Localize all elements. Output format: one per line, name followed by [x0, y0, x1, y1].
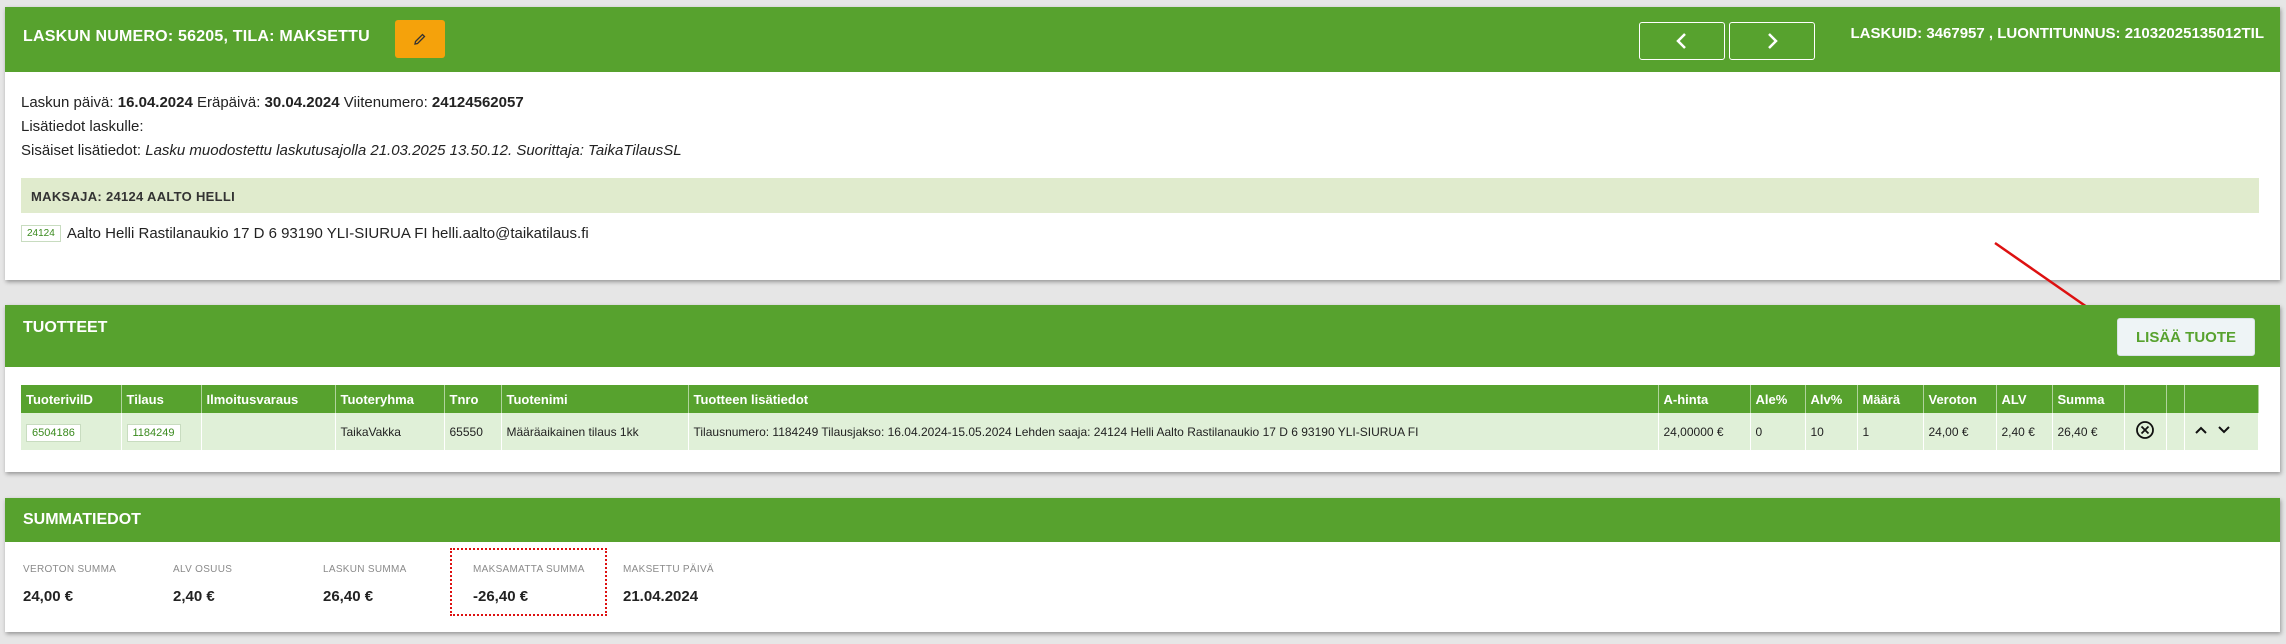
- cell-remove: [2124, 413, 2167, 450]
- cell-row-id: 6504186: [21, 413, 122, 450]
- payer-address: Aalto Helli Rastilanaukio 17 D 6 93190 Y…: [66, 225, 589, 242]
- invoice-dates-line: Laskun päivä: 16.04.2024 Eräpäivä: 30.04…: [21, 91, 682, 115]
- cell-qty: 1: [1857, 413, 1924, 450]
- cell-name: Määräaikainen tilaus 1kk: [501, 413, 689, 450]
- sum-label: MAKSETTU PÄIVÄ: [623, 564, 714, 575]
- cell-order: 1184249: [121, 413, 202, 450]
- previous-invoice-button[interactable]: [1639, 22, 1725, 60]
- payer-label: MAKSAJA:: [31, 189, 103, 204]
- next-invoice-button[interactable]: [1729, 22, 1815, 60]
- invoice-ids: LASKUID: 3467957 , LUONTITUNNUS: 2103202…: [1850, 25, 2265, 42]
- sum-value: 21.04.2024: [623, 588, 699, 605]
- table-row: 6504186 1184249 TaikaVakka 65550 Määräai…: [21, 413, 2259, 450]
- cell-vat: 2,40 €: [1996, 413, 2053, 450]
- add-product-button[interactable]: LISÄÄ TUOTE: [2117, 318, 2255, 356]
- column-header[interactable]: Tilaus: [121, 385, 202, 413]
- invoice-panel: LASKUN NUMERO: 56205, TILA: MAKSETTU LAS…: [5, 7, 2280, 280]
- products-title: TUOTTEET: [23, 319, 108, 336]
- chevron-down-icon[interactable]: [2217, 424, 2231, 436]
- invoice-date-label: Laskun päivä:: [21, 94, 114, 111]
- internal-info-line: Sisäiset lisätiedot: Lasku muodostettu l…: [21, 139, 682, 163]
- sum-value: -26,40 €: [473, 588, 529, 605]
- due-date: 30.04.2024: [264, 94, 340, 111]
- sum-net-total: VEROTON SUMMA 24,00 €: [23, 564, 116, 605]
- edit-icon: [414, 33, 426, 45]
- chevron-right-icon: [1768, 33, 1778, 49]
- sums-panel: SUMMATIEDOT VEROTON SUMMA 24,00 € ALV OS…: [5, 498, 2280, 632]
- cell-discount: 0: [1750, 413, 1806, 450]
- due-date-label: Eräpäivä:: [197, 94, 261, 111]
- sum-unpaid: MAKSAMATTA SUMMA -26,40 €: [473, 564, 585, 605]
- payer-customer-link[interactable]: 24124: [21, 225, 61, 242]
- cell-spacer: [2166, 413, 2185, 450]
- sums-title: SUMMATIEDOT: [23, 511, 141, 528]
- chevron-up-icon[interactable]: [2194, 424, 2208, 436]
- invoice-header-bar: LASKUN NUMERO: 56205, TILA: MAKSETTU LAS…: [5, 7, 2280, 72]
- column-header[interactable]: Tnro: [444, 385, 502, 413]
- cell-tnro: 65550: [444, 413, 502, 450]
- internal-info-label: Sisäiset lisätiedot:: [21, 142, 142, 159]
- sum-paid-date: MAKSETTU PÄIVÄ 21.04.2024: [623, 564, 714, 605]
- cell-vat-pct: 10: [1805, 413, 1858, 450]
- column-header: [2184, 385, 2259, 413]
- cell-unit-price: 24,00000 €: [1658, 413, 1751, 450]
- cell-net: 24,00 €: [1923, 413, 1997, 450]
- payer-name: 24124 AALTO HELLI: [105, 189, 236, 204]
- products-panel: TUOTTEET LISÄÄ TUOTE TuoterivilD Tilaus …: [5, 305, 2280, 472]
- reference-label: Viitenumero:: [343, 94, 428, 111]
- column-header[interactable]: Määrä: [1857, 385, 1924, 413]
- invoice-state-label: , TILA:: [223, 28, 275, 45]
- column-header[interactable]: Ale%: [1750, 385, 1806, 413]
- products-header-bar: TUOTTEET LISÄÄ TUOTE: [5, 305, 2280, 367]
- column-header[interactable]: A-hinta: [1658, 385, 1751, 413]
- column-header[interactable]: Veroton: [1923, 385, 1997, 413]
- sum-value: 24,00 €: [23, 588, 74, 605]
- sum-vat: ALV OSUUS 2,40 €: [173, 564, 232, 605]
- sum-value: 26,40 €: [323, 588, 374, 605]
- cell-group: TaikaVakka: [335, 413, 445, 450]
- sum-invoice-total: LASKUN SUMMA 26,40 €: [323, 564, 407, 605]
- column-header[interactable]: TuoterivilD: [21, 385, 122, 413]
- remove-circle-icon[interactable]: [2135, 420, 2155, 440]
- sum-label: ALV OSUUS: [173, 564, 233, 575]
- cell-reservation: [201, 413, 336, 450]
- column-header[interactable]: Ilmoitusvaraus: [201, 385, 336, 413]
- sum-label: LASKUN SUMMA: [323, 564, 407, 575]
- internal-info-text: Lasku muodostettu laskutusajolla 21.03.2…: [145, 142, 682, 159]
- cell-total: 26,40 €: [2052, 413, 2125, 450]
- edit-button[interactable]: [395, 20, 445, 58]
- reference-number: 24124562057: [431, 94, 524, 111]
- sum-value: 2,40 €: [173, 588, 215, 605]
- order-link[interactable]: 1184249: [126, 423, 181, 442]
- cell-details: Tilausnumero: 1184249 Tilausjakso: 16.04…: [688, 413, 1659, 450]
- sum-label: VEROTON SUMMA: [23, 564, 117, 575]
- column-header[interactable]: Alv%: [1805, 385, 1858, 413]
- invoice-state: MAKSETTU: [279, 28, 370, 45]
- payer-address-line: 24124 Aalto Helli Rastilanaukio 17 D 6 9…: [21, 225, 589, 242]
- invoice-number-label: LASKUN NUMERO:: [23, 28, 174, 45]
- invoice-number: 56205: [178, 28, 224, 45]
- table-header-row: TuoterivilD Tilaus Ilmoitusvaraus Tuoter…: [21, 385, 2259, 413]
- invoice-date: 16.04.2024: [117, 94, 193, 111]
- payer-bar: MAKSAJA: 24124 AALTO HELLI: [21, 178, 2259, 213]
- cell-reorder: [2184, 413, 2259, 450]
- sums-header-bar: SUMMATIEDOT: [5, 498, 2280, 542]
- column-header: [2124, 385, 2167, 413]
- column-header[interactable]: Summa: [2052, 385, 2125, 413]
- column-header[interactable]: Tuoteryhma: [335, 385, 445, 413]
- column-header: [2166, 385, 2185, 413]
- products-table: TuoterivilD Tilaus Ilmoitusvaraus Tuoter…: [21, 385, 2259, 450]
- column-header[interactable]: Tuotteen lisätiedot: [688, 385, 1659, 413]
- row-id-link[interactable]: 6504186: [26, 423, 81, 442]
- column-header[interactable]: ALV: [1996, 385, 2053, 413]
- sum-label: MAKSAMATTA SUMMA: [473, 564, 585, 575]
- invoice-details: Laskun päivä: 16.04.2024 Eräpäivä: 30.04…: [21, 91, 682, 163]
- invoice-extra-info: Lisätiedot laskulle:: [21, 118, 144, 135]
- chevron-left-icon: [1676, 33, 1686, 49]
- invoice-title: LASKUN NUMERO: 56205, TILA: MAKSETTU: [23, 28, 370, 46]
- column-header[interactable]: Tuotenimi: [501, 385, 689, 413]
